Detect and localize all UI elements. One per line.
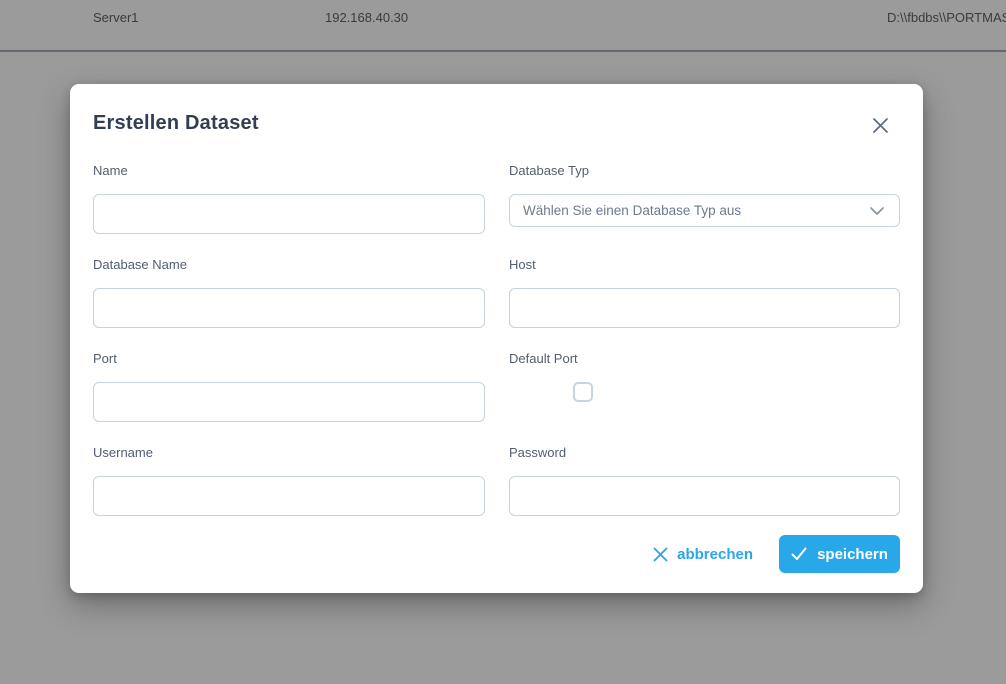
db-path-cell: D:\\fbdbs\\PORTMAST	[887, 10, 1006, 25]
table-row-divider	[0, 50, 1006, 52]
field-host: Host	[509, 257, 900, 328]
host-input[interactable]	[509, 288, 900, 328]
name-input[interactable]	[93, 194, 485, 234]
dialog-header: Erstellen Dataset	[93, 112, 900, 136]
database-typ-select[interactable]: Wählen Sie einen Database Typ aus	[509, 194, 900, 227]
field-port: Port	[93, 351, 485, 422]
chevron-down-icon	[868, 202, 886, 220]
name-label: Name	[93, 163, 485, 179]
background-table-row: Server1 192.168.40.30 D:\\fbdbs\\PORTMAS…	[0, 0, 1006, 51]
username-input[interactable]	[93, 476, 485, 516]
username-label: Username	[93, 445, 485, 461]
cancel-button[interactable]: abbrechen	[649, 540, 757, 569]
password-input[interactable]	[509, 476, 900, 516]
close-icon	[872, 117, 889, 134]
save-button-label: speichern	[817, 546, 888, 563]
default-port-checkbox[interactable]	[573, 382, 593, 402]
database-name-label: Database Name	[93, 257, 485, 273]
host-label: Host	[509, 257, 900, 273]
field-name: Name	[93, 163, 485, 234]
save-button[interactable]: speichern	[779, 535, 900, 573]
close-button[interactable]	[869, 114, 891, 136]
cancel-x-icon	[653, 547, 668, 562]
field-default-port: Default Port	[509, 351, 900, 422]
default-port-label: Default Port	[509, 351, 900, 367]
field-database-name: Database Name	[93, 257, 485, 328]
database-name-input[interactable]	[93, 288, 485, 328]
field-username: Username	[93, 445, 485, 516]
ip-address-cell: 192.168.40.30	[325, 10, 408, 25]
field-password: Password	[509, 445, 900, 516]
port-input[interactable]	[93, 382, 485, 422]
dialog-form: Name Database Typ Wählen Sie einen Datab…	[93, 163, 900, 516]
dialog-title: Erstellen Dataset	[93, 112, 259, 134]
check-icon	[791, 547, 807, 561]
database-typ-label: Database Typ	[509, 163, 900, 179]
create-dataset-dialog: Erstellen Dataset Name Database Typ Wähl…	[70, 84, 923, 593]
cancel-button-label: abbrechen	[677, 546, 753, 563]
password-label: Password	[509, 445, 900, 461]
port-label: Port	[93, 351, 485, 367]
database-typ-placeholder: Wählen Sie einen Database Typ aus	[523, 203, 741, 218]
dialog-footer: abbrechen speichern	[93, 535, 900, 573]
field-database-typ: Database Typ Wählen Sie einen Database T…	[509, 163, 900, 234]
server-name-cell: Server1	[93, 10, 139, 25]
